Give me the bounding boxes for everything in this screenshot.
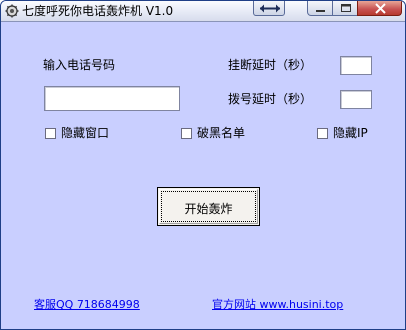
start-bombing-label: 开始轰炸 [184, 202, 233, 216]
phone-label: 输入电话号码 [43, 58, 116, 72]
hangup-delay-input[interactable] [340, 56, 372, 75]
break-blacklist-checkbox[interactable] [181, 128, 192, 139]
window-title: 七度呼死你电话轰炸机 V1.0 [22, 4, 174, 18]
start-bombing-button[interactable]: 开始轰炸 [157, 187, 260, 226]
title-bar[interactable]: 七度呼死你电话轰炸机 V1.0 [1, 1, 405, 22]
close-icon [375, 3, 386, 14]
maximize-icon [341, 4, 351, 12]
hide-ip-checkbox[interactable] [317, 128, 328, 139]
hide-window-checkbox[interactable] [45, 128, 56, 139]
maximize-button[interactable] [332, 1, 358, 16]
qq-support-link[interactable]: 客服QQ 718684998 [34, 298, 140, 311]
swap-button[interactable] [253, 1, 285, 16]
close-button[interactable] [357, 1, 402, 16]
swap-arrows-icon [260, 4, 280, 13]
hangup-delay-label: 挂断延时（秒） [228, 58, 313, 72]
app-gear-icon [5, 4, 19, 18]
official-site-link[interactable]: 官方网站 www.husini.top [212, 298, 343, 311]
minimize-icon [316, 10, 325, 12]
minimize-button[interactable] [307, 1, 333, 16]
phone-input[interactable] [44, 86, 180, 111]
dial-delay-label: 拨号延时（秒） [228, 92, 313, 106]
break-blacklist-label: 破黑名单 [197, 126, 246, 140]
hide-ip-label: 隐藏IP [333, 126, 368, 140]
hide-window-label: 隐藏窗口 [61, 126, 110, 140]
dial-delay-input[interactable] [340, 90, 372, 109]
main-window: 七度呼死你电话轰炸机 V1.0 输入电话号码 挂断延时（秒） 拨号延时（秒） 隐… [0, 0, 406, 330]
